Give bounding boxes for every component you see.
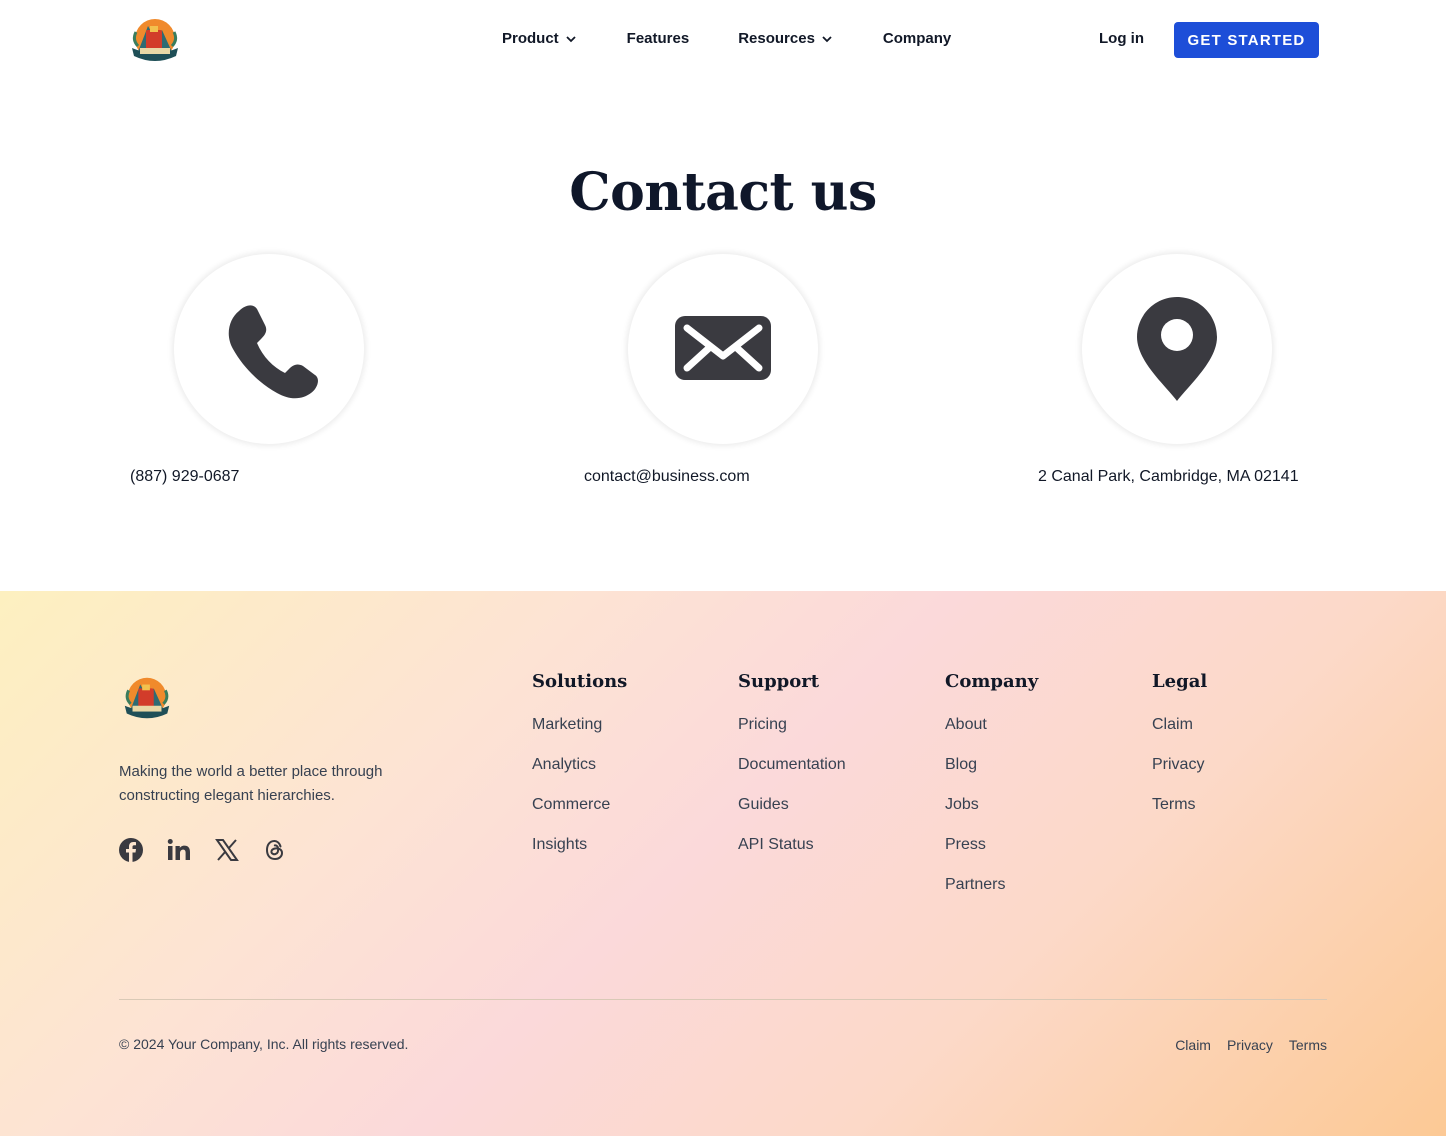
- footer-column-legal: Legal Claim Privacy Terms: [1152, 671, 1207, 836]
- footer-link-claim[interactable]: Claim: [1152, 716, 1207, 740]
- address-card: [1082, 254, 1272, 444]
- email-card: [628, 254, 818, 444]
- chevron-down-icon: [822, 35, 832, 42]
- phone-icon-circle: [174, 254, 364, 444]
- nav-features[interactable]: Features: [627, 30, 690, 47]
- login-link[interactable]: Log in: [1099, 30, 1144, 47]
- footer-logo[interactable]: [119, 671, 175, 727]
- contact-title: Contact us: [569, 162, 877, 223]
- footer-link-pricing[interactable]: Pricing: [738, 716, 846, 740]
- footer-column-title: Support: [738, 671, 820, 692]
- footer-column-support: Support Pricing Documentation Guides API…: [738, 671, 846, 876]
- footer-link-guides[interactable]: Guides: [738, 796, 846, 820]
- footer-link-commerce[interactable]: Commerce: [532, 796, 627, 820]
- street-address: 2 Canal Park, Cambridge, MA 02141: [1038, 468, 1299, 485]
- footer-link-analytics[interactable]: Analytics: [532, 756, 627, 780]
- footer-divider: [119, 999, 1327, 1000]
- phone-icon: [228, 305, 318, 399]
- footer-tagline: Making the world a better place through …: [119, 763, 383, 804]
- bottom-link-terms[interactable]: Terms: [1289, 1037, 1327, 1053]
- chevron-down-icon: [566, 35, 576, 42]
- bottom-link-privacy[interactable]: Privacy: [1227, 1037, 1273, 1053]
- footer: Making the world a better place through …: [0, 591, 1446, 1136]
- threads-icon[interactable]: [263, 838, 287, 862]
- footer-link-insights[interactable]: Insights: [532, 836, 627, 860]
- footer-column-company: Company About Blog Jobs Press Partners: [945, 671, 1038, 916]
- footer-link-press[interactable]: Press: [945, 836, 1038, 860]
- nav-product[interactable]: Product: [502, 30, 577, 47]
- nav-company-label: Company: [882, 30, 952, 47]
- top-navigation: Product Features Resources Company Log i…: [0, 0, 1446, 80]
- facebook-icon[interactable]: [119, 838, 143, 862]
- bottom-link-claim[interactable]: Claim: [1175, 1037, 1211, 1053]
- company-logo[interactable]: [126, 12, 184, 70]
- footer-link-terms[interactable]: Terms: [1152, 796, 1207, 820]
- footer-link-about[interactable]: About: [945, 716, 1038, 740]
- social-links: [119, 838, 311, 862]
- footer-column-title: Legal: [1152, 671, 1208, 692]
- nav-product-label: Product: [502, 30, 559, 47]
- nav-features-label: Features: [626, 30, 690, 47]
- address-icon-circle: [1082, 254, 1272, 444]
- footer-bottom-links: Claim Privacy Terms: [1159, 1037, 1327, 1053]
- copyright-text: © 2024 Your Company, Inc. All rights res…: [119, 1036, 409, 1052]
- nav-company[interactable]: Company: [883, 30, 951, 47]
- footer-column-title: Company: [945, 671, 1039, 692]
- main-nav-links: Product Features Resources Company: [502, 30, 951, 47]
- email-icon-circle: [628, 254, 818, 444]
- linkedin-icon[interactable]: [167, 838, 191, 862]
- footer-link-documentation[interactable]: Documentation: [738, 756, 846, 780]
- footer-column-solutions: Solutions Marketing Analytics Commerce I…: [532, 671, 627, 876]
- map-pin-icon: [1137, 297, 1217, 401]
- footer-link-partners[interactable]: Partners: [945, 876, 1038, 900]
- phone-number[interactable]: (887) 929-0687: [130, 468, 239, 486]
- email-address[interactable]: contact@business.com: [584, 468, 750, 486]
- footer-link-privacy[interactable]: Privacy: [1152, 756, 1207, 780]
- x-icon[interactable]: [215, 838, 239, 862]
- footer-link-jobs[interactable]: Jobs: [945, 796, 1038, 820]
- footer-link-api-status[interactable]: API Status: [738, 836, 846, 860]
- envelope-icon: [675, 316, 771, 380]
- footer-link-marketing[interactable]: Marketing: [532, 716, 627, 740]
- phone-card: [174, 254, 364, 444]
- get-started-button[interactable]: GET STARTED: [1174, 22, 1319, 58]
- nav-resources[interactable]: Resources: [738, 30, 833, 47]
- nav-resources-label: Resources: [738, 30, 815, 47]
- footer-link-blog[interactable]: Blog: [945, 756, 1038, 780]
- footer-column-title: Solutions: [532, 671, 628, 692]
